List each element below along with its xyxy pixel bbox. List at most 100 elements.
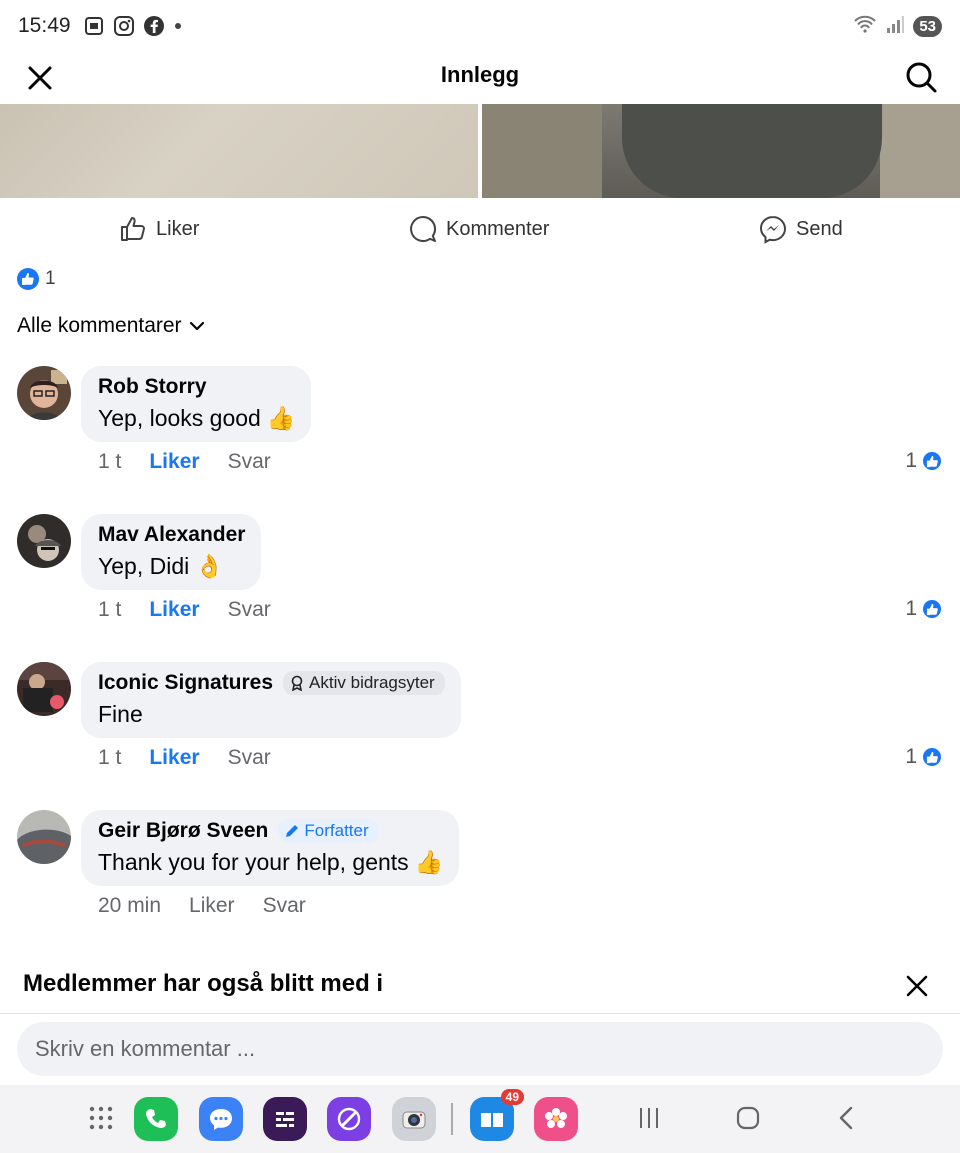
comment-author[interactable]: Iconic Signatures xyxy=(98,671,273,695)
comment-like-count[interactable]: 1 xyxy=(905,449,943,473)
facebook-icon xyxy=(143,15,165,37)
contributor-badge: Aktiv bidragsyter xyxy=(283,671,445,695)
ok-hand-emoji: 👌 xyxy=(195,553,224,579)
system-nav-bar: 49 xyxy=(0,1085,960,1153)
comment-input[interactable]: Skriv en kommentar ... xyxy=(17,1022,943,1076)
comment-item: Geir Bjørø Sveen Forfatter Thank you for… xyxy=(17,810,943,920)
avatar[interactable] xyxy=(17,810,71,864)
comment-bubble[interactable]: Rob Storry Yep, looks good 👍 xyxy=(81,366,312,442)
comment-text: Yep, Didi xyxy=(98,553,190,579)
comment-item: Mav Alexander Yep, Didi 👌 1 t Liker Svar … xyxy=(17,514,943,624)
reaction-count: 1 xyxy=(45,268,56,289)
pencil-icon xyxy=(286,825,299,837)
comment-reply-link[interactable]: Svar xyxy=(228,598,271,622)
comment-reply-link[interactable]: Svar xyxy=(228,746,271,770)
comment-like-count[interactable]: 1 xyxy=(905,745,943,769)
comment-bubble[interactable]: Iconic Signatures Aktiv bidragsyter Fine xyxy=(81,662,461,738)
comment-reply-link[interactable]: Svar xyxy=(228,450,271,474)
app-drawer-icon[interactable] xyxy=(86,1103,116,1133)
bank-app-icon[interactable] xyxy=(263,1097,307,1141)
gallery-app-icon[interactable] xyxy=(534,1097,578,1141)
comment-icon xyxy=(410,215,437,242)
comment-sort-dropdown[interactable]: Alle kommentarer xyxy=(17,314,206,338)
search-icon[interactable] xyxy=(902,58,940,96)
battery-indicator: 53 xyxy=(913,16,942,37)
post-photo-2[interactable] xyxy=(482,104,960,198)
camera-app-icon[interactable] xyxy=(392,1097,436,1141)
post-photos xyxy=(0,104,960,198)
comment-author[interactable]: Geir Bjørø Sveen xyxy=(98,819,268,843)
dot-icon xyxy=(173,21,183,31)
comment-text: Yep, looks good xyxy=(98,405,261,431)
reaction-summary[interactable]: 1 xyxy=(17,268,56,290)
comment-time: 1 t xyxy=(98,598,122,621)
author-badge: Forfatter xyxy=(278,819,379,843)
post-photo-1[interactable] xyxy=(0,104,478,198)
suggestions-title: Medlemmer har også blitt med i xyxy=(23,970,384,997)
comment-time: 1 t xyxy=(98,450,122,473)
award-icon xyxy=(291,675,303,691)
like-reaction-icon xyxy=(921,746,943,768)
header-bar: Innlegg xyxy=(0,52,960,104)
comment-like-link[interactable]: Liker xyxy=(189,894,235,918)
comment-time: 20 min xyxy=(98,894,162,917)
comment-bubble[interactable]: Mav Alexander Yep, Didi 👌 xyxy=(81,514,262,590)
recent-apps-icon[interactable] xyxy=(634,1103,664,1133)
like-count-value: 1 xyxy=(905,449,917,472)
post-actions: Liker Kommenter Send xyxy=(0,198,960,260)
like-reaction-icon xyxy=(921,598,943,620)
page-title: Innlegg xyxy=(440,62,520,87)
like-button[interactable]: Liker xyxy=(118,214,199,244)
thumbs-up-emoji: 👍 xyxy=(266,405,296,431)
phone-app-icon[interactable] xyxy=(134,1097,178,1141)
comment-bubble[interactable]: Geir Bjørø Sveen Forfatter Thank you for… xyxy=(81,810,460,886)
avatar[interactable] xyxy=(17,366,71,420)
comment-item: Rob Storry Yep, looks good 👍 1 t Liker Sv… xyxy=(17,366,943,476)
wifi-icon xyxy=(853,14,877,39)
instagram-icon xyxy=(113,15,135,37)
dock-divider xyxy=(451,1103,453,1135)
like-button-label: Liker xyxy=(156,217,200,240)
notification-badge: 49 xyxy=(500,1089,524,1105)
messenger-icon xyxy=(759,215,787,244)
comment-like-link[interactable]: Liker xyxy=(149,746,199,770)
chevron-down-icon xyxy=(189,321,204,331)
comment-item: Iconic Signatures Aktiv bidragsyter Fine… xyxy=(17,662,943,772)
like-count-value: 1 xyxy=(905,745,917,768)
thumbs-up-emoji: 👍 xyxy=(414,849,444,875)
like-reaction-icon xyxy=(17,268,39,290)
comment-like-count[interactable]: 1 xyxy=(905,597,943,621)
signal-icon xyxy=(885,14,905,39)
divider xyxy=(0,1013,960,1014)
home-icon[interactable] xyxy=(733,1103,763,1133)
comment-reply-link[interactable]: Svar xyxy=(263,894,306,918)
comment-like-link[interactable]: Liker xyxy=(149,450,199,474)
comment-button[interactable]: Kommenter xyxy=(408,214,549,244)
comment-button-label: Kommenter xyxy=(446,217,550,240)
comment-time: 1 t xyxy=(98,746,122,769)
like-reaction-icon xyxy=(921,450,943,472)
comment-author[interactable]: Mav Alexander xyxy=(98,523,245,547)
newsstand-app-icon[interactable]: 49 xyxy=(470,1089,524,1141)
status-time: 15:49 xyxy=(18,14,71,37)
close-icon[interactable] xyxy=(904,973,930,999)
sort-label: Alle kommentarer xyxy=(17,314,182,337)
thumbs-up-icon xyxy=(121,217,145,241)
comment-text: Fine xyxy=(98,701,143,727)
comment-text: Thank you for your help, gents xyxy=(98,849,409,875)
status-bar: 15:49 53 xyxy=(0,0,960,52)
comment-author[interactable]: Rob Storry xyxy=(98,375,207,399)
back-icon[interactable] xyxy=(832,1103,862,1133)
avatar[interactable] xyxy=(17,662,71,716)
avatar[interactable] xyxy=(17,514,71,568)
screenshot-icon xyxy=(83,15,105,37)
like-count-value: 1 xyxy=(905,597,917,620)
comment-input-placeholder: Skriv en kommentar ... xyxy=(35,1036,256,1061)
browser-app-icon[interactable] xyxy=(327,1097,371,1141)
send-button[interactable]: Send xyxy=(758,214,843,244)
comment-like-link[interactable]: Liker xyxy=(149,598,199,622)
badge-label: Aktiv bidragsyter xyxy=(309,673,435,692)
messages-app-icon[interactable] xyxy=(199,1097,243,1141)
send-button-label: Send xyxy=(796,217,843,240)
badge-label: Forfatter xyxy=(304,821,369,840)
